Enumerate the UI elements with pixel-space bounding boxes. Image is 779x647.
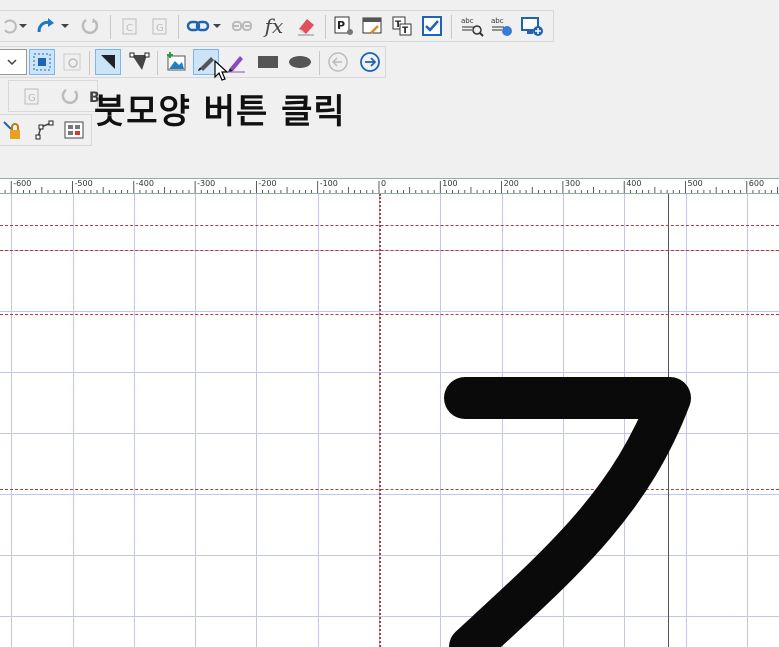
ruler-label: 0	[381, 179, 387, 188]
pointer-tool-icon[interactable]	[95, 49, 121, 75]
text-tool-icon[interactable]: TT	[389, 13, 415, 39]
lock-node-icon[interactable]	[0, 117, 25, 143]
ellipse-tool-icon[interactable]	[287, 49, 313, 75]
ruler-label: 500	[687, 179, 703, 188]
path-node-icon[interactable]	[31, 117, 57, 143]
abc-globe-icon[interactable]: abc	[489, 13, 515, 39]
svg-text:G: G	[156, 23, 164, 34]
node-tool-icon[interactable]	[127, 49, 153, 75]
caption-text: 붓모양 버튼 클릭	[94, 92, 346, 132]
svg-text:abc: abc	[491, 17, 504, 25]
ruler-label: -600	[13, 179, 32, 188]
ruler-label: 300	[564, 179, 581, 188]
svg-text:T: T	[402, 26, 409, 36]
fx-label: fx	[264, 14, 284, 38]
link-icon[interactable]	[185, 13, 211, 39]
fit-selection-icon[interactable]	[29, 49, 55, 75]
toolbar-row-1: C G fx P TT abc abc	[0, 10, 554, 42]
next-arrow-icon[interactable]	[357, 49, 383, 75]
toolbar-row-3: G B	[8, 80, 100, 112]
link-dropdown-icon[interactable]	[211, 13, 223, 39]
toolbar-row-2	[0, 46, 386, 78]
ruler-label: -300	[197, 179, 216, 188]
svg-text:P: P	[337, 19, 345, 32]
p-settings-icon[interactable]: P	[331, 13, 357, 39]
svg-text:G: G	[28, 93, 36, 104]
ruler-label: 600	[748, 179, 765, 188]
g-icon[interactable]: G	[19, 83, 45, 109]
ruler-label: -500	[74, 179, 93, 188]
abc-search-icon[interactable]: abc	[459, 13, 485, 39]
ruler-label: -100	[319, 179, 338, 188]
ruler-label: 400	[626, 179, 642, 188]
add-image-icon[interactable]	[163, 49, 189, 75]
ruler-label: 200	[503, 179, 519, 188]
horizontal-ruler[interactable]: -600 -500 -400 -300 -200 -100 0 100 200 300 400 500…	[0, 178, 779, 194]
glyph-canvas[interactable]	[0, 194, 779, 647]
ruler-label: -400	[135, 179, 154, 188]
rectangle-tool-icon[interactable]	[255, 49, 281, 75]
ruler-label: -200	[258, 179, 277, 188]
undo-dropdown-icon[interactable]	[17, 13, 29, 39]
glyph-outline[interactable]	[0, 194, 779, 647]
zoom-icon[interactable]	[59, 49, 85, 75]
previous-arrow-icon[interactable]	[325, 49, 351, 75]
copy-c-icon[interactable]: C	[117, 13, 143, 39]
window-edit-icon[interactable]	[359, 13, 385, 39]
select-dropdown[interactable]	[0, 49, 27, 75]
redo-icon[interactable]	[33, 13, 59, 39]
mouse-cursor-icon	[214, 60, 229, 81]
copy-g-icon[interactable]: G	[147, 13, 173, 39]
monitor-add-icon[interactable]	[519, 13, 545, 39]
toolbar-area: C G fx P TT abc abc G B 붓모양 버튼 클릭	[0, 0, 779, 178]
refresh-icon[interactable]	[77, 13, 103, 39]
grid-component-icon[interactable]	[61, 117, 87, 143]
svg-text:abc: abc	[461, 17, 474, 25]
rotate-icon[interactable]	[57, 83, 83, 109]
svg-text:C: C	[126, 23, 133, 34]
toolbar-row-4	[0, 114, 92, 146]
checkbox-icon[interactable]	[419, 13, 445, 39]
redo-dropdown-icon[interactable]	[59, 13, 71, 39]
fx-icon[interactable]: fx	[261, 13, 287, 39]
ruler-label: 100	[442, 179, 458, 188]
eraser-icon[interactable]	[293, 13, 319, 39]
unlink-icon[interactable]	[229, 13, 255, 39]
